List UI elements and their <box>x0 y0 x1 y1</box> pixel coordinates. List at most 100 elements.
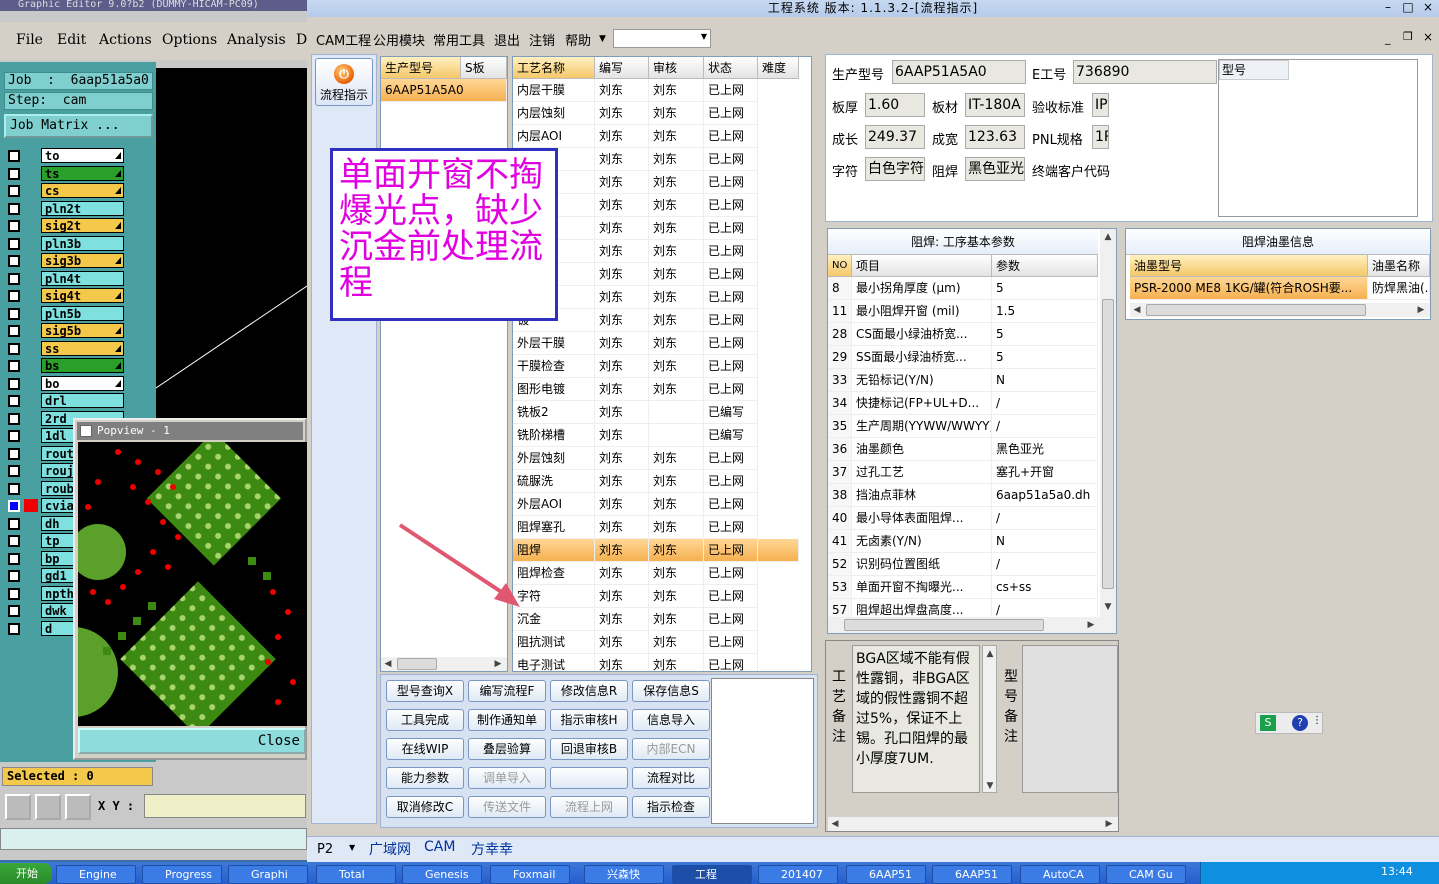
layer-name[interactable]: bs <box>41 358 124 373</box>
layer-checkbox[interactable] <box>8 377 20 390</box>
g1-scroll-thumb[interactable] <box>397 658 437 670</box>
layer-name[interactable]: cs <box>41 183 124 198</box>
taskbar-item[interactable]: 工程 <box>672 865 752 884</box>
g1-header-s[interactable]: S板 <box>461 57 507 79</box>
process-cell[interactable]: 刘东 <box>649 332 704 355</box>
remarks-scroll-right-icon[interactable]: ▶ <box>1104 818 1114 830</box>
layer-row[interactable]: bo <box>4 375 127 391</box>
layer-name[interactable]: sig4t <box>41 288 124 303</box>
menu-analysis[interactable]: Analysis <box>227 32 286 48</box>
process-cell[interactable]: 已编写 <box>704 424 758 447</box>
action-button[interactable]: 编写流程F <box>468 680 546 702</box>
process-cell[interactable]: 已上网 <box>704 79 758 102</box>
process-cell[interactable]: 内层AOI <box>513 125 595 148</box>
taskbar-item[interactable]: Progress <box>142 865 222 884</box>
tool-arrow-icon[interactable] <box>5 794 31 820</box>
layer-name[interactable]: pln5b <box>41 305 124 321</box>
param-cell[interactable]: 油墨颜色 <box>852 438 992 461</box>
process-cell[interactable]: 外层干膜 <box>513 332 595 355</box>
process-cell[interactable]: 刘东 <box>595 470 649 493</box>
action-button[interactable]: 保存信息S <box>632 680 710 702</box>
process-cell[interactable]: 刘东 <box>649 562 704 585</box>
layer-name[interactable]: to <box>41 148 124 163</box>
start-button[interactable]: 开始 <box>0 863 52 884</box>
g3-vscrollbar[interactable]: ▲ ▼ <box>1100 229 1116 617</box>
process-cell[interactable]: 刘东 <box>595 516 649 539</box>
param-cell[interactable]: 36 <box>828 438 852 461</box>
g1-header-model[interactable]: 生产型号 <box>381 57 461 79</box>
layer-checkbox[interactable] <box>8 185 20 197</box>
layer-name[interactable]: sig5b <box>41 323 124 338</box>
process-cell[interactable]: 已上网 <box>704 493 758 516</box>
action-button[interactable]: 回退审核B <box>550 738 628 760</box>
action-button[interactable]: 制作通知单 <box>468 709 546 731</box>
process-cell[interactable]: 刘东 <box>595 378 649 401</box>
process-cell[interactable]: 刘东 <box>595 355 649 378</box>
layer-row[interactable]: ss <box>4 340 127 356</box>
process-cell[interactable]: 已上网 <box>704 309 758 332</box>
ime-s-icon[interactable]: S <box>1260 715 1276 731</box>
process-cell[interactable]: 刘东 <box>595 539 649 562</box>
param-cell[interactable]: 37 <box>828 461 852 484</box>
char-value[interactable]: 白色字符 <box>865 157 925 181</box>
layer-checkbox[interactable] <box>8 307 20 320</box>
taskbar-item[interactable]: 6AAP51 <box>846 865 926 884</box>
remarks-scroll-up-icon[interactable]: ▲ <box>984 648 996 660</box>
g1-scroll-left-icon[interactable]: ◀ <box>383 658 393 670</box>
g4-scroll-left-icon[interactable]: ◀ <box>1132 304 1142 316</box>
param-cell[interactable]: 33 <box>828 369 852 392</box>
process-cell[interactable]: 阻抗测试 <box>513 631 595 654</box>
g2-header-name[interactable]: 工艺名称 <box>513 57 595 79</box>
tab-cam[interactable]: CAM <box>424 839 455 855</box>
menu-file[interactable]: File <box>16 32 43 48</box>
layer-checkbox[interactable] <box>8 325 20 337</box>
process-cell[interactable]: 刘东 <box>595 286 649 309</box>
param-cell[interactable]: 最小阻焊开窗 (mil) <box>852 300 992 323</box>
process-cell[interactable]: 刘东 <box>649 447 704 470</box>
process-cell[interactable]: 刘东 <box>595 217 649 240</box>
param-cell[interactable]: CS面最小绿油桥宽... <box>852 323 992 346</box>
menu-actions[interactable]: Actions <box>99 32 152 48</box>
process-cell[interactable]: 刘东 <box>595 608 649 631</box>
note-box[interactable] <box>711 678 814 824</box>
taskbar-item[interactable]: 201407 <box>758 865 838 884</box>
param-cell[interactable]: 5 <box>992 323 1098 346</box>
layer-row[interactable]: bs <box>4 358 127 373</box>
layer-checkbox[interactable] <box>8 482 20 495</box>
g1-hscrollbar[interactable]: ◀ ▶ <box>381 657 507 671</box>
model-remarks-text[interactable] <box>1022 645 1118 793</box>
mdi-minimize-icon[interactable]: _ <box>1385 32 1391 45</box>
mdi-close-icon[interactable]: × <box>1423 30 1433 44</box>
process-cell[interactable]: 内层蚀刻 <box>513 102 595 125</box>
layer-checkbox[interactable] <box>8 622 20 635</box>
process-cell[interactable]: 已上网 <box>704 194 758 217</box>
process-cell[interactable]: 已上网 <box>704 562 758 585</box>
process-cell[interactable]: 已上网 <box>704 217 758 240</box>
g3-header-param[interactable]: 参数 <box>992 255 1098 277</box>
taskbar-item[interactable]: 6AAP51 <box>932 865 1012 884</box>
layer-checkbox[interactable] <box>8 570 20 582</box>
param-cell[interactable]: 11 <box>828 300 852 323</box>
ime-menu-icon[interactable]: ⋮ <box>1312 715 1322 726</box>
process-cell[interactable]: 刘东 <box>595 309 649 332</box>
param-cell[interactable]: 5 <box>992 277 1098 300</box>
process-cell[interactable]: 刘东 <box>595 447 649 470</box>
process-cell[interactable]: 刘东 <box>649 286 704 309</box>
tab-p2[interactable]: P2 <box>317 842 333 857</box>
process-remarks-text[interactable]: BGA区域不能有假性露铜，非BGA区域的假性露铜不超过5%，保证不上锡。孔口阻焊… <box>852 645 980 793</box>
layer-checkbox[interactable] <box>8 552 20 565</box>
action-button[interactable]: 指示审核H <box>550 709 628 731</box>
xy-input[interactable] <box>144 794 306 818</box>
process-cell[interactable]: 刘东 <box>649 493 704 516</box>
width-value[interactable]: 123.63 <box>965 125 1025 149</box>
param-cell[interactable]: 53 <box>828 576 852 599</box>
process-cell[interactable]: 刘东 <box>649 148 704 171</box>
process-cell[interactable]: 已上网 <box>704 608 758 631</box>
process-cell[interactable]: 已上网 <box>704 125 758 148</box>
param-cell[interactable]: N <box>992 369 1098 392</box>
process-cell-difficulty[interactable] <box>758 539 799 562</box>
process-cell[interactable]: 刘东 <box>595 148 649 171</box>
maximize-icon[interactable]: □ <box>1399 0 1417 15</box>
menu-logout[interactable]: 注销 <box>529 30 555 49</box>
process-cell[interactable]: 已上网 <box>704 102 758 125</box>
